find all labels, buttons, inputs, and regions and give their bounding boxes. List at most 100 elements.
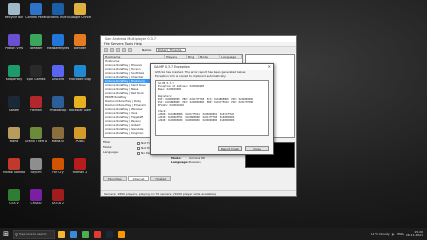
app-icon xyxy=(30,96,42,108)
desktop-icon-label: Recycle Bin xyxy=(4,16,24,19)
crash-report-text[interactable]: SA-MP 0.3.7 Exception At Address: 0x0042… xyxy=(155,80,269,137)
clock[interactable]: 15:26 28.11.2021 xyxy=(405,230,423,238)
connect-button[interactable] xyxy=(104,48,108,52)
desktop-icon[interactable]: Mafia xyxy=(3,127,25,147)
speaker-icon[interactable]: 🔈 xyxy=(392,232,396,236)
desktop-icon[interactable]: PUBG xyxy=(69,127,91,147)
desktop-icon-label: Mortal Kombat xyxy=(3,171,25,174)
desktop-icon-label: Far Cry xyxy=(52,171,64,174)
column-players[interactable]: Players xyxy=(165,55,187,59)
status-bar: Servers: 1890 players, playing on 70 ser… xyxy=(101,190,296,196)
desktop-icon-label: Mafia III xyxy=(51,140,65,143)
desktop-icon-label: Tweaker xyxy=(29,47,43,50)
app-icon xyxy=(30,65,42,77)
column-ping[interactable]: Ping xyxy=(187,55,199,59)
desktop-icon[interactable]: Hitman xyxy=(25,96,47,116)
desktop-icon[interactable]: Proton VPN xyxy=(3,34,25,54)
taskbar-app-icon[interactable] xyxy=(92,229,103,240)
desktop-icon[interactable]: Google Chrome xyxy=(69,3,91,23)
desktop-icon[interactable]: Skyrim xyxy=(25,158,47,178)
column-language[interactable]: Language xyxy=(220,55,242,59)
desktop-icon[interactable]: Blender xyxy=(69,34,91,54)
taskbar-app-icon[interactable] xyxy=(56,229,67,240)
dialog-buttons: Report Crash Close xyxy=(218,146,269,151)
windows-start-icon[interactable]: ⊞ xyxy=(0,228,12,240)
report-crash-button[interactable]: Report Crash xyxy=(218,146,242,151)
no-password-checkbox[interactable] xyxy=(137,151,140,155)
desktop-icon[interactable]: Hitman 2 xyxy=(69,158,91,178)
desktop-icon-label: Blender xyxy=(73,47,87,50)
taskbar-app-icon[interactable] xyxy=(80,229,91,240)
window-titlebar[interactable]: San Andreas Multiplayer 0.3.7 xyxy=(101,36,296,42)
taskbar-app-glyph xyxy=(70,230,77,238)
desktop-icon-label: GTA V xyxy=(9,202,19,205)
close-icon[interactable]: ✕ xyxy=(268,64,271,70)
server-tabs: Favorites Internet Hosted xyxy=(103,176,172,181)
app-icon xyxy=(8,127,20,139)
not-empty-checkbox[interactable] xyxy=(137,146,140,150)
search-box[interactable]: ⚲ Type here to search xyxy=(13,229,55,239)
desktop-icon-label: Skyrim xyxy=(30,171,42,174)
desktop-icon[interactable]: Rockstar Games xyxy=(69,96,91,116)
nickname-input[interactable]: Robert_Thrasha xyxy=(155,47,186,53)
desktop-icon[interactable]: Tweaker xyxy=(25,34,47,54)
app-icon xyxy=(52,127,64,139)
tab-internet[interactable]: Internet xyxy=(127,176,150,181)
desktop-icon-label: Epic Games xyxy=(26,78,46,81)
delete-server-button[interactable] xyxy=(116,48,120,52)
toolbar: Name: Robert_Thrasha xyxy=(101,47,296,53)
desktop-icon[interactable]: Mafia III xyxy=(47,127,69,147)
desktop-icon[interactable]: Grand Theft Auto SA xyxy=(25,127,47,147)
desktop: Recycle BinControl PanelAcronis True Ima… xyxy=(0,0,427,228)
app-icon xyxy=(8,34,20,46)
app-icon xyxy=(52,96,64,108)
language-indicator[interactable]: ENG xyxy=(397,232,403,236)
app-icon xyxy=(8,158,20,170)
desktop-icon[interactable]: Photoshop xyxy=(47,96,69,116)
desktop-icon-label: CRSED xyxy=(30,202,42,205)
desktop-icon-label: Acronis True Image xyxy=(47,16,69,19)
taskbar-app-glyph xyxy=(82,230,89,238)
app-icon xyxy=(30,127,42,139)
app-icon xyxy=(30,158,42,170)
clock-date: 28.11.2021 xyxy=(405,233,423,237)
desktop-icon[interactable]: Control Panel xyxy=(25,3,47,23)
desktop-icon-label: DOTA 2 xyxy=(52,202,64,205)
refresh-button[interactable] xyxy=(122,48,126,52)
add-server-button[interactable] xyxy=(110,48,114,52)
desktop-icon[interactable]: GTA V xyxy=(3,189,25,209)
weather-text[interactable]: 11°C Cloudy xyxy=(371,232,390,236)
dialog-message: GTA:SA has crashed. The error report has… xyxy=(151,70,273,79)
desktop-icon[interactable]: Microsoft Edge xyxy=(69,65,91,85)
dialog-close-button[interactable]: Close xyxy=(245,146,269,151)
taskbar-app-icon[interactable] xyxy=(68,229,79,240)
filter-language-label: Language: xyxy=(103,150,119,154)
app-icon xyxy=(74,3,86,15)
app-icon xyxy=(74,158,86,170)
tab-favorites[interactable]: Favorites xyxy=(103,176,127,181)
desktop-icon[interactable]: CRSED xyxy=(25,189,47,209)
taskbar-app-glyph xyxy=(58,230,65,238)
taskbar-app-icon[interactable] xyxy=(104,229,115,240)
desktop-icon[interactable]: Kaspersky xyxy=(3,65,25,85)
desktop-icon[interactable]: Acronis True Image xyxy=(47,3,69,23)
column-mode[interactable]: Mode xyxy=(199,55,221,59)
desktop-icon[interactable]: Recycle Bin xyxy=(3,3,25,23)
app-icon xyxy=(74,34,86,46)
desktop-icon[interactable]: Epic Games xyxy=(25,65,47,85)
desktop-icon[interactable]: Mortal Kombat xyxy=(3,158,25,178)
not-full-checkbox[interactable] xyxy=(137,141,140,145)
taskbar-app-icon[interactable] xyxy=(116,229,127,240)
app-icon xyxy=(74,96,86,108)
desktop-icon[interactable]: DOTA 2 xyxy=(47,189,69,209)
desktop-icon[interactable]: Malwarebytes xyxy=(47,34,69,54)
dialog-titlebar[interactable]: SA:MP 0.3.7 Exception ✕ xyxy=(151,64,273,70)
column-hostname[interactable]: Hostname xyxy=(104,55,166,59)
app-icon xyxy=(30,34,42,46)
settings-button[interactable] xyxy=(128,48,132,52)
desktop-icon[interactable]: Discord xyxy=(47,65,69,85)
desktop-icon[interactable]: Far Cry xyxy=(47,158,69,178)
tab-hosted[interactable]: Hosted xyxy=(150,176,172,181)
crash-dialog[interactable]: SA:MP 0.3.7 Exception ✕ GTA:SA has crash… xyxy=(150,63,274,155)
desktop-icon[interactable]: Steam xyxy=(3,96,25,116)
